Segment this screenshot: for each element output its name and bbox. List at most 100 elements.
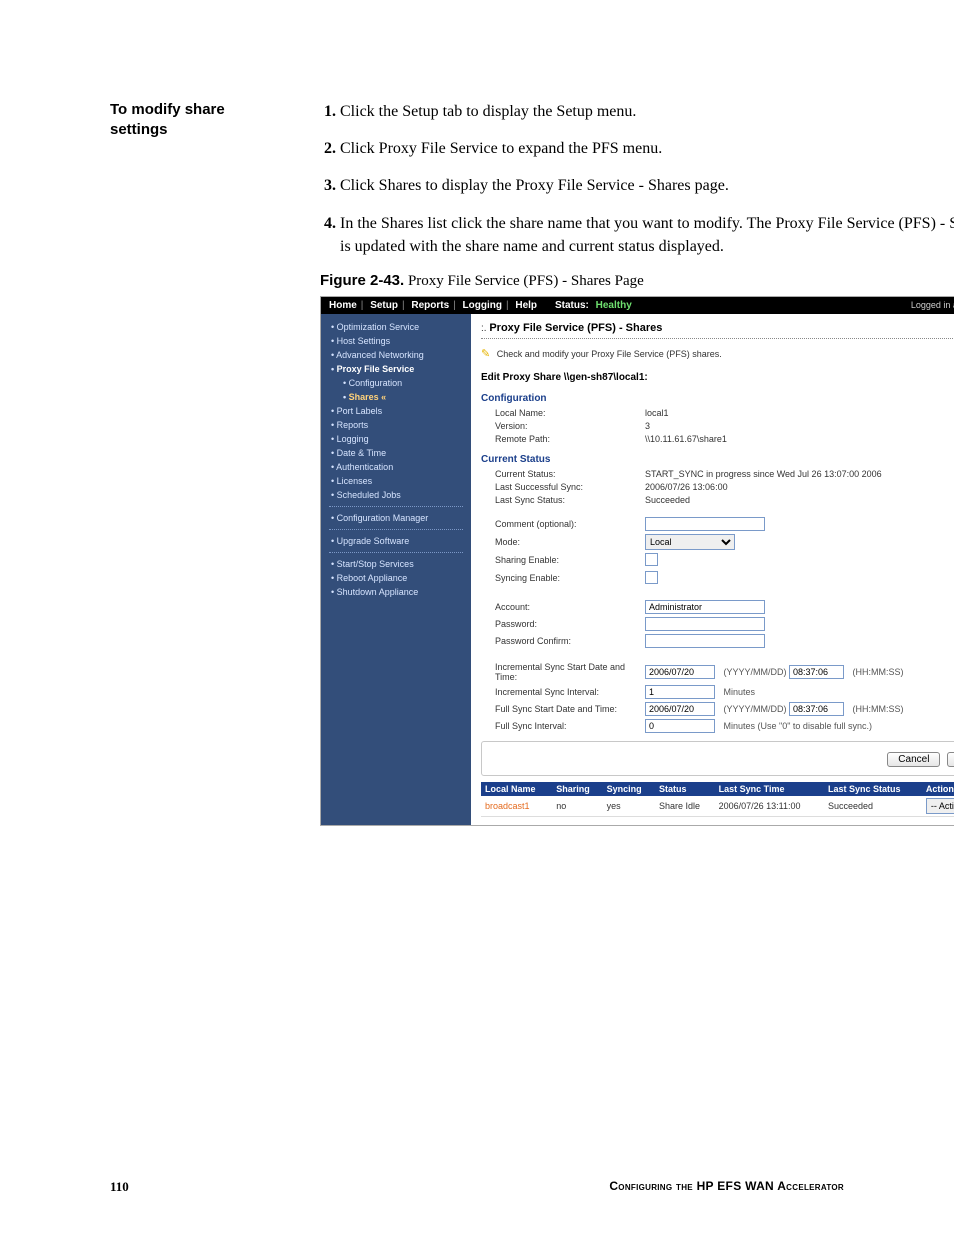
hms-hint: (HH:MM:SS)	[853, 667, 904, 677]
k-account: Account:	[481, 602, 645, 612]
th-actions: Actions	[922, 782, 954, 796]
cancel-button[interactable]: Cancel	[887, 752, 940, 767]
table-row: broadcast1 no yes Share Idle 2006/07/26 …	[481, 796, 954, 817]
k-full-start: Full Sync Start Date and Time:	[481, 704, 645, 714]
mode-select[interactable]: Local	[645, 534, 735, 550]
actions-select[interactable]: -- Actions --	[926, 798, 954, 814]
table-header-row: Local Name Sharing Syncing Status Last S…	[481, 782, 954, 796]
full-start-date-input[interactable]	[645, 702, 715, 716]
th-last-status: Last Sync Status	[824, 782, 922, 796]
sidebar-item[interactable]: Shutdown Appliance	[321, 585, 471, 599]
v-last-ok: 2006/07/26 13:06:00	[645, 482, 728, 492]
comment-input[interactable]	[645, 517, 765, 531]
tab-home[interactable]: Home	[329, 300, 357, 311]
inc-start-time-input[interactable]	[789, 665, 844, 679]
status-value: Healthy	[596, 300, 632, 311]
account-input[interactable]	[645, 600, 765, 614]
v-local-name: local1	[645, 408, 669, 418]
section-heading: To modify share settings	[110, 100, 280, 141]
tab-logging[interactable]: Logging	[463, 300, 502, 311]
cell-last-status: Succeeded	[824, 796, 922, 817]
sidebar-item[interactable]: Optimization Service	[321, 320, 471, 334]
cell-actions: -- Actions --	[922, 796, 954, 817]
syncing-checkbox[interactable]	[645, 571, 658, 584]
v-remote-path: \\10.11.61.67\share1	[645, 434, 727, 444]
steps-list: Click the Setup tab to display the Setup…	[320, 100, 954, 258]
sidebar-item[interactable]: Authentication	[321, 460, 471, 474]
v-current-status: START_SYNC in progress since Wed Jul 26 …	[645, 469, 882, 479]
page-title-prefix: :.	[481, 323, 487, 334]
shares-table: Local Name Sharing Syncing Status Last S…	[481, 782, 954, 817]
hms-hint-2: (HH:MM:SS)	[853, 704, 904, 714]
footer-title: Configuring the HP EFS WAN Accelerator	[609, 1179, 844, 1195]
sidebar: Optimization Service Host Settings Advan…	[321, 314, 471, 825]
full-interval-input[interactable]	[645, 719, 715, 733]
th-status: Status	[655, 782, 715, 796]
user-area: Logged in as: admin [ logout ]	[911, 300, 954, 310]
k-password-confirm: Password Confirm:	[481, 636, 645, 646]
status-label: Status:	[555, 300, 589, 311]
page-tip: ✎ Check and modify your Proxy File Servi…	[481, 347, 954, 360]
th-syncing: Syncing	[603, 782, 655, 796]
tab-reports[interactable]: Reports	[411, 300, 449, 311]
edit-header: Edit Proxy Share \\gen-sh87\local1:	[481, 372, 954, 383]
cell-last-time: 2006/07/26 13:11:00	[715, 796, 824, 817]
tab-help[interactable]: Help	[515, 300, 537, 311]
full-start-time-input[interactable]	[789, 702, 844, 716]
sidebar-item-shares[interactable]: Shares «	[321, 390, 471, 404]
sidebar-item[interactable]: Configuration Manager	[321, 511, 471, 525]
inc-interval-input[interactable]	[645, 685, 715, 699]
sidebar-item[interactable]: Advanced Networking	[321, 348, 471, 362]
page-title: Proxy File Service (PFS) - Shares	[489, 322, 662, 334]
tab-setup[interactable]: Setup	[370, 300, 398, 311]
main-panel: :. Proxy File Service (PFS) - Shares ✎ C…	[471, 314, 954, 825]
ymd-hint-2: (YYYY/MM/DD)	[724, 704, 787, 714]
k-inc-start: Incremental Sync Start Date and Time:	[481, 662, 645, 682]
k-mode: Mode:	[481, 537, 645, 547]
step-4: In the Shares list click the share name …	[340, 215, 954, 255]
k-inc-interval: Incremental Sync Interval:	[481, 687, 645, 697]
v-last-status: Succeeded	[645, 495, 690, 505]
sidebar-item[interactable]: Licenses	[321, 474, 471, 488]
sidebar-item[interactable]: Scheduled Jobs	[321, 488, 471, 502]
k-full-interval: Full Sync Interval:	[481, 721, 645, 731]
sidebar-item[interactable]: Port Labels	[321, 404, 471, 418]
sharing-checkbox[interactable]	[645, 553, 658, 566]
step-2: Click Proxy File Service to expand the P…	[340, 140, 662, 157]
th-sharing: Sharing	[552, 782, 602, 796]
k-last-status: Last Sync Status:	[481, 495, 645, 505]
sidebar-item[interactable]: Upgrade Software	[321, 534, 471, 548]
k-local-name: Local Name:	[481, 408, 645, 418]
sidebar-item[interactable]: Date & Time	[321, 446, 471, 460]
minutes-label: Minutes	[724, 687, 756, 697]
sidebar-item-pfs[interactable]: Proxy File Service	[321, 362, 471, 376]
k-password: Password:	[481, 619, 645, 629]
sidebar-item[interactable]: Logging	[321, 432, 471, 446]
cell-local-name[interactable]: broadcast1	[481, 796, 552, 817]
page-number: 110	[110, 1179, 129, 1195]
k-version: Version:	[481, 421, 645, 431]
sidebar-item[interactable]: Host Settings	[321, 334, 471, 348]
tip-text: Check and modify your Proxy File Service…	[497, 349, 722, 359]
figure-label: Figure 2-43.	[320, 272, 404, 289]
sidebar-item-config[interactable]: Configuration	[321, 376, 471, 390]
sidebar-item[interactable]: Reports	[321, 418, 471, 432]
password-confirm-input[interactable]	[645, 634, 765, 648]
k-remote-path: Remote Path:	[481, 434, 645, 444]
th-local-name: Local Name	[481, 782, 552, 796]
sidebar-item[interactable]: Reboot Appliance	[321, 571, 471, 585]
ymd-hint: (YYYY/MM/DD)	[724, 667, 787, 677]
k-sharing: Sharing Enable:	[481, 555, 645, 565]
sidebar-item[interactable]: Start/Stop Services	[321, 557, 471, 571]
cell-status: Share Idle	[655, 796, 715, 817]
password-input[interactable]	[645, 617, 765, 631]
save-button[interactable]: Save	[947, 752, 954, 767]
figure-caption: Figure 2-43. Proxy File Service (PFS) - …	[320, 272, 954, 290]
step-1: Click the Setup tab to display the Setup…	[340, 103, 636, 120]
topbar-tabs: Home| Setup| Reports| Logging| Help Stat…	[329, 300, 640, 311]
inc-start-date-input[interactable]	[645, 665, 715, 679]
cell-syncing: yes	[603, 796, 655, 817]
bulb-icon: ✎	[481, 348, 490, 360]
logged-in-label: Logged in as:	[911, 300, 954, 310]
k-last-ok: Last Successful Sync:	[481, 482, 645, 492]
